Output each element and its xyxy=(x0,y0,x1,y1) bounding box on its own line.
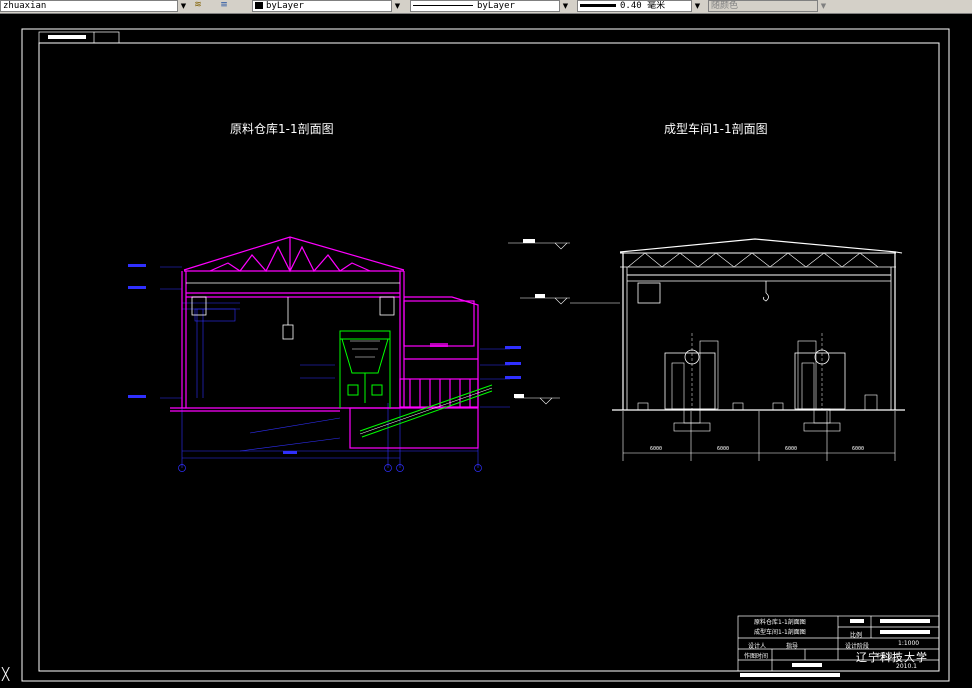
properties-toolbar: zhuaxian ▼ ≋ ≡ byLayer ▼ byLayer ▼ 0.40 … xyxy=(0,0,972,14)
ucs-icon: ╳ xyxy=(2,667,10,681)
outer-border xyxy=(21,28,950,682)
lineweight-dropdown-arrow[interactable]: ▼ xyxy=(691,0,703,12)
dim-text-1: 6000 xyxy=(650,446,663,452)
title-block-scale-value: 1:1000 xyxy=(898,640,920,647)
lineweight-dropdown[interactable]: 0.40 毫米 xyxy=(577,0,702,12)
warehouse-section-title: 原料仓库1-1剖面图 xyxy=(230,122,334,136)
lineweight-preview xyxy=(580,4,616,7)
title-block-checker-label: 指导 xyxy=(786,643,799,650)
title-block-university: 辽宁科技大学 xyxy=(856,651,928,664)
plotstyle-dropdown-arrow[interactable]: ▼ xyxy=(817,0,829,12)
title-block-drafter-label: 作图时间 xyxy=(744,653,769,660)
color-dropdown[interactable]: byLayer xyxy=(252,0,402,12)
warehouse-section xyxy=(128,236,521,472)
dim-text-4: 6000 xyxy=(852,446,865,452)
plotstyle-dropdown[interactable]: 随颜色 xyxy=(708,0,828,12)
dim-text-3: 6000 xyxy=(785,446,798,452)
title-block-year: 2010.1 xyxy=(896,663,917,670)
title-block-designer-label: 设计人 xyxy=(748,643,767,650)
workshop-section xyxy=(508,238,905,461)
color-dropdown-value: byLayer xyxy=(266,1,304,11)
title-block-name-2: 成型车间1-1剖面图 xyxy=(754,629,806,636)
corner-tag-fill xyxy=(48,35,86,39)
linetype-preview xyxy=(413,5,473,6)
color-swatch xyxy=(255,2,263,9)
layer-dropdown-arrow[interactable]: ▼ xyxy=(177,0,189,12)
layer-dropdown-value: zhuaxian xyxy=(3,1,47,11)
linetype-dropdown-arrow[interactable]: ▼ xyxy=(559,0,571,12)
drawing-svg xyxy=(21,28,950,682)
workshop-section-title: 成型车间1-1剖面图 xyxy=(664,122,768,136)
dim-text-2: 6000 xyxy=(717,446,730,452)
plotstyle-dropdown-value: 随颜色 xyxy=(711,1,739,11)
title-block-scale-label: 比例 xyxy=(850,632,863,639)
title-block-name-1: 原料仓库1-1剖面图 xyxy=(754,619,806,626)
lineweight-dropdown-value: 0.40 毫米 xyxy=(620,1,666,11)
color-dropdown-arrow[interactable]: ▼ xyxy=(391,0,403,12)
layer-states-icon[interactable]: ≋ xyxy=(192,0,204,11)
model-space-canvas[interactable]: 原料仓库1-1剖面图 成型车间1-1剖面图 6000 6000 6000 600… xyxy=(0,13,972,688)
inner-border xyxy=(38,42,940,672)
linetype-dropdown-value: byLayer xyxy=(477,1,515,11)
linetype-dropdown[interactable]: byLayer xyxy=(410,0,570,12)
layer-manager-icon[interactable]: ≡ xyxy=(218,0,230,11)
layer-dropdown[interactable]: zhuaxian xyxy=(0,0,178,12)
